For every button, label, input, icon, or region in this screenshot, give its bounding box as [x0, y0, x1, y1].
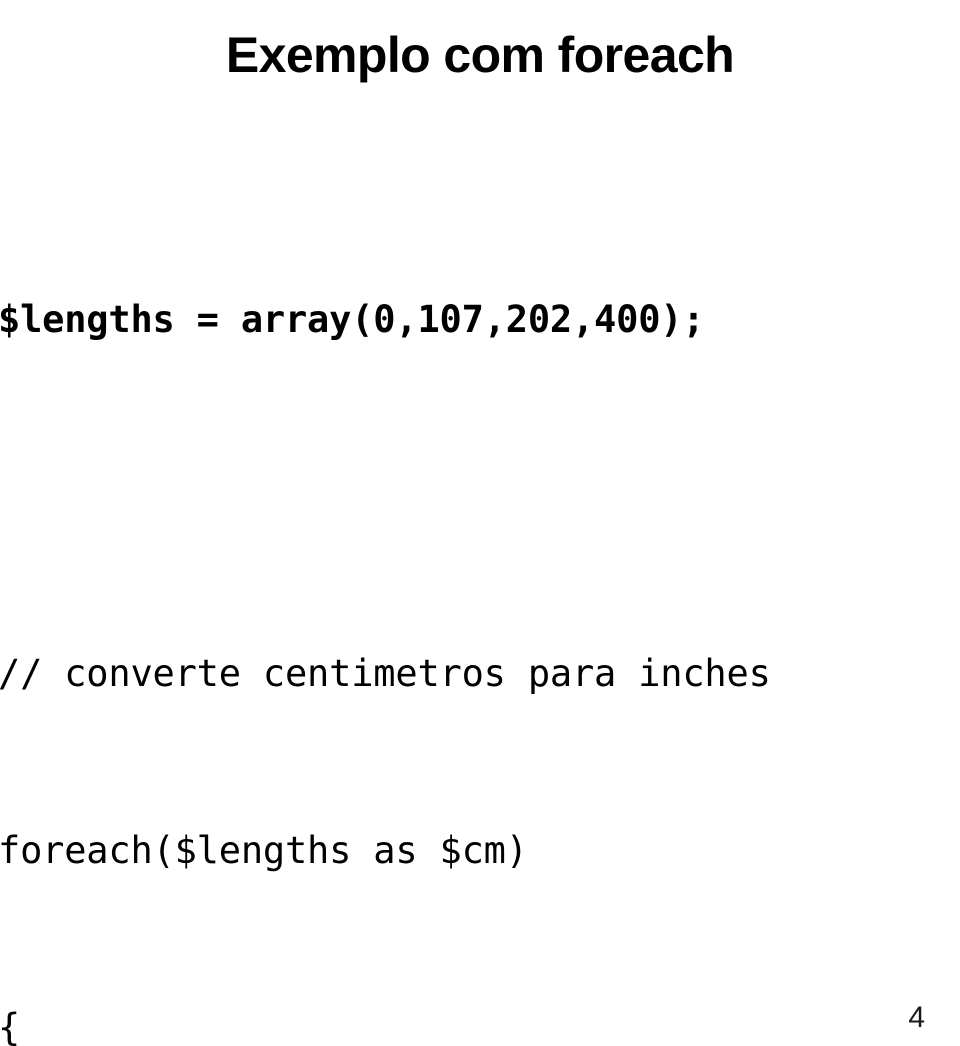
- code-line-blank: [0, 467, 960, 526]
- code-line: // converte centimetros para inches: [0, 652, 771, 695]
- slide-page: Exemplo com foreach $lengths = array(0,1…: [0, 0, 960, 1046]
- code-block: $lengths = array(0,107,202,400); // conv…: [0, 172, 960, 1046]
- page-number: 4: [908, 1001, 925, 1034]
- page-title: Exemplo com foreach: [225, 26, 735, 83]
- code-line: $lengths = array(0,107,202,400);: [0, 298, 705, 341]
- code-line: foreach($lengths as $cm): [0, 829, 528, 872]
